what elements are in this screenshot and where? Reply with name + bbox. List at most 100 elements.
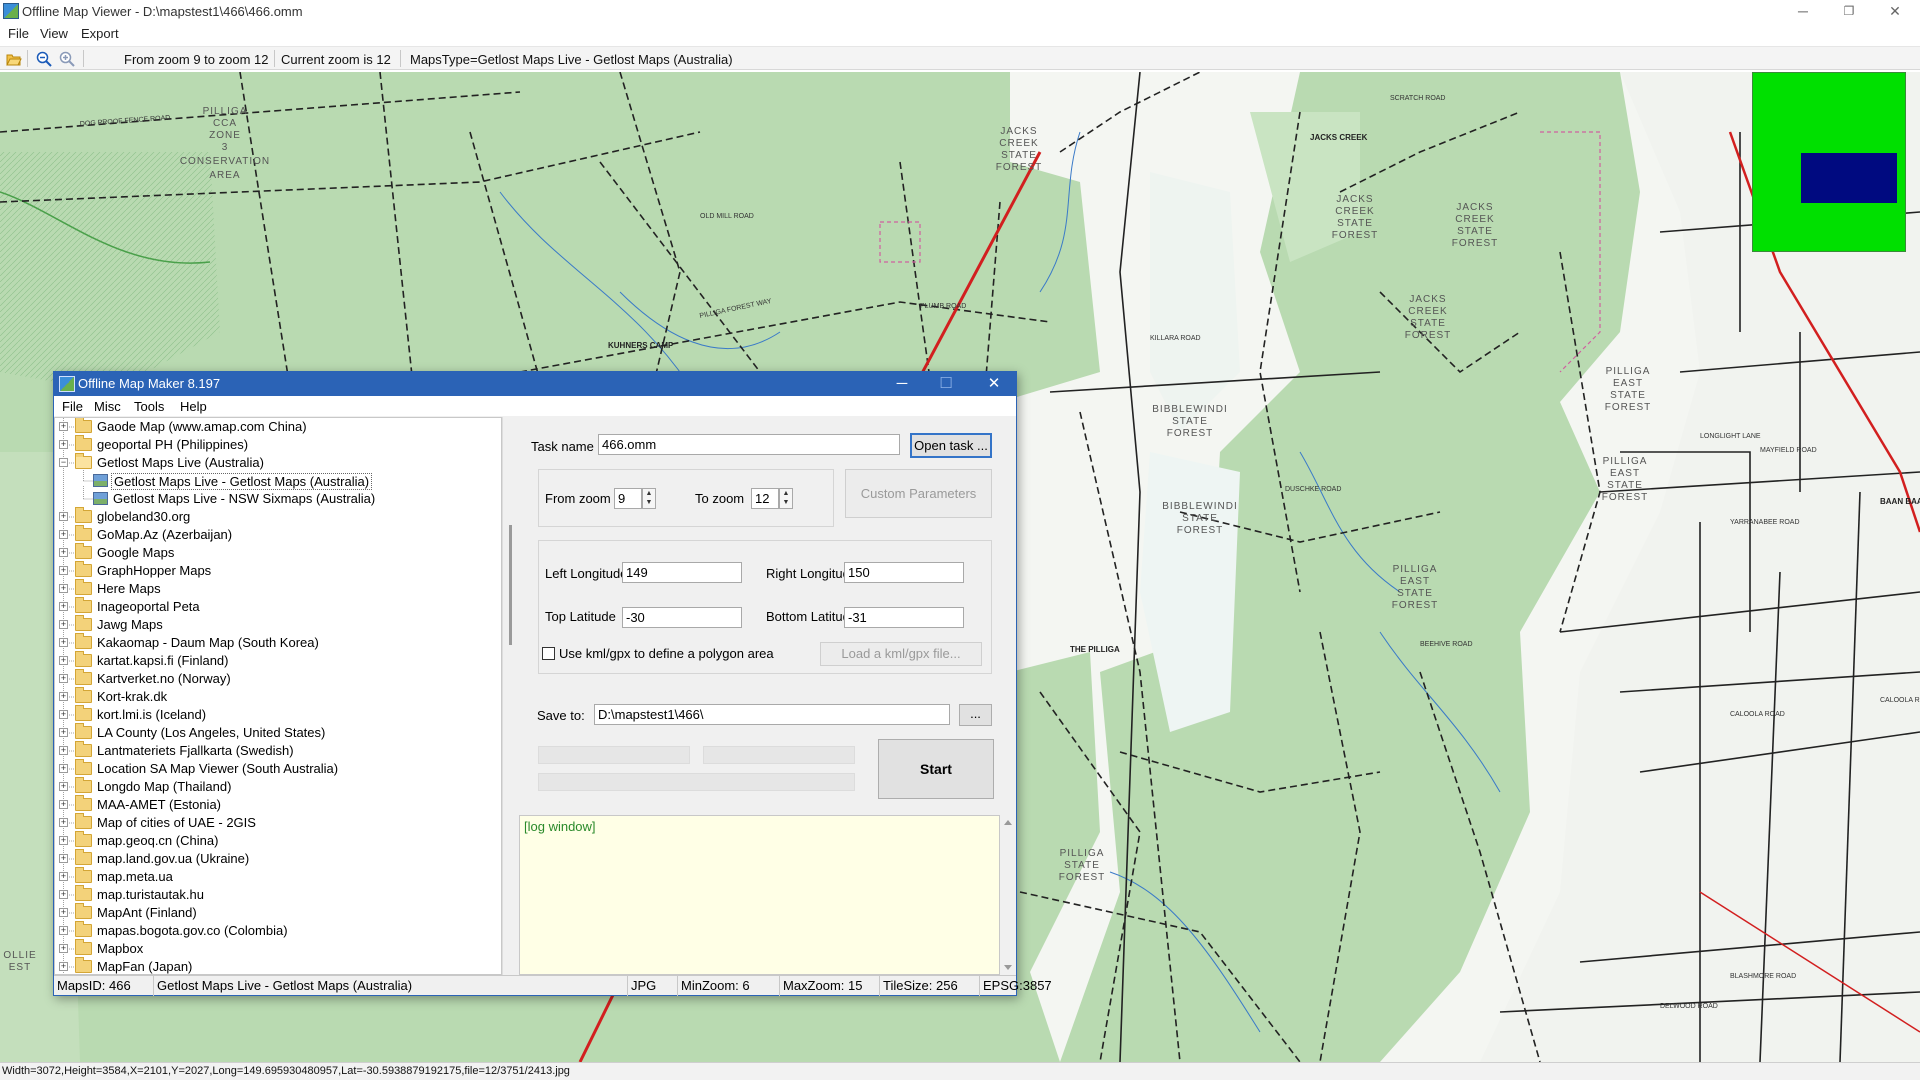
expand-icon[interactable]: +: [59, 800, 68, 809]
tree-folder-item[interactable]: + GoMap.Az (Azerbaijan): [55, 525, 495, 544]
task-name-input[interactable]: 466.omm: [598, 434, 900, 455]
top-latitude-input[interactable]: -30: [622, 607, 742, 628]
tree-folder-item[interactable]: + kort.lmi.is (Iceland): [55, 705, 495, 724]
tree-folder-item[interactable]: + Here Maps: [55, 579, 495, 598]
expand-icon[interactable]: +: [59, 566, 68, 575]
spin-up-icon[interactable]: ▲: [643, 489, 655, 498]
open-folder-icon[interactable]: [6, 51, 22, 67]
open-task-button[interactable]: Open task ...: [910, 433, 992, 458]
dialog-menu-help[interactable]: Help: [180, 399, 207, 414]
tree-folder-item[interactable]: + map.meta.ua: [55, 867, 495, 886]
tree-folder-item[interactable]: + geoportal PH (Philippines): [55, 435, 495, 454]
expand-icon[interactable]: +: [59, 530, 68, 539]
tree-scrollbar-thumb[interactable]: [509, 525, 512, 645]
spin-down-icon[interactable]: ▼: [780, 498, 792, 507]
dialog-titlebar[interactable]: Offline Map Maker 8.197 ─ ☐ ✕: [54, 372, 1016, 396]
close-button[interactable]: ✕: [1872, 0, 1918, 24]
save-to-input[interactable]: D:\mapstest1\466\: [594, 704, 950, 725]
expand-icon[interactable]: +: [59, 728, 68, 737]
expand-icon[interactable]: +: [59, 818, 68, 827]
tree-folder-item[interactable]: + MAA-AMET (Estonia): [55, 795, 495, 814]
tree-folder-item[interactable]: + Kakaomap - Daum Map (South Korea): [55, 633, 495, 652]
expand-icon[interactable]: +: [59, 710, 68, 719]
dialog-menu-file[interactable]: File: [62, 399, 83, 414]
tree-folder-item[interactable]: + map.geoq.cn (China): [55, 831, 495, 850]
map-provider-tree[interactable]: + Gaode Map (www.amap.com China) + geoporta…: [54, 417, 502, 975]
expand-icon[interactable]: +: [59, 440, 68, 449]
tree-folder-item[interactable]: + Kartverket.no (Norway): [55, 669, 495, 688]
tree-folder-item[interactable]: − Getlost Maps Live (Australia): [55, 453, 495, 472]
tree-folder-item[interactable]: + Google Maps: [55, 543, 495, 562]
expand-icon[interactable]: +: [59, 512, 68, 521]
tree-folder-item[interactable]: + GraphHopper Maps: [55, 561, 495, 580]
dialog-menu-misc[interactable]: Misc: [94, 399, 121, 414]
tree-folder-item[interactable]: + MapFan (Japan): [55, 957, 495, 974]
expand-icon[interactable]: +: [59, 584, 68, 593]
expand-icon[interactable]: +: [59, 854, 68, 863]
browse-button[interactable]: ...: [959, 704, 992, 726]
minimize-button[interactable]: ─: [1780, 0, 1826, 24]
tree-folder-item[interactable]: + LA County (Los Angeles, United States): [55, 723, 495, 742]
expand-icon[interactable]: +: [59, 944, 68, 953]
tree-map-item[interactable]: Getlost Maps Live - Getlost Maps (Austra…: [55, 472, 495, 490]
from-zoom-input[interactable]: 9: [614, 488, 642, 509]
expand-icon[interactable]: +: [59, 890, 68, 899]
tree-folder-item[interactable]: + globeland30.org: [55, 507, 495, 526]
zoom-out-icon[interactable]: [36, 51, 52, 67]
spin-down-icon[interactable]: ▼: [643, 498, 655, 507]
tree-folder-item[interactable]: + Kort-krak.dk: [55, 687, 495, 706]
tree-folder-item[interactable]: + MapAnt (Finland): [55, 903, 495, 922]
minimap[interactable]: [1752, 72, 1906, 252]
expand-icon[interactable]: +: [59, 656, 68, 665]
expand-icon[interactable]: +: [59, 908, 68, 917]
from-zoom-spinner[interactable]: ▲ ▼: [642, 488, 656, 509]
dialog-menu-tools[interactable]: Tools: [134, 399, 164, 414]
expand-icon[interactable]: +: [59, 926, 68, 935]
expand-icon[interactable]: +: [59, 674, 68, 683]
expand-icon[interactable]: +: [59, 836, 68, 845]
expand-icon[interactable]: +: [59, 782, 68, 791]
tree-folder-item[interactable]: + Location SA Map Viewer (South Australia…: [55, 759, 495, 778]
tree-folder-item[interactable]: + Jawg Maps: [55, 615, 495, 634]
restore-button[interactable]: ❐: [1826, 0, 1872, 24]
expand-icon[interactable]: +: [59, 746, 68, 755]
tree-folder-item[interactable]: + Longdo Map (Thailand): [55, 777, 495, 796]
expand-icon[interactable]: +: [59, 602, 68, 611]
tree-folder-item[interactable]: + mapas.bogota.gov.co (Colombia): [55, 921, 495, 940]
dialog-minimize-button[interactable]: ─: [880, 372, 924, 396]
bottom-latitude-input[interactable]: -31: [844, 607, 964, 628]
dialog-close-button[interactable]: ✕: [972, 372, 1016, 396]
spin-up-icon[interactable]: ▲: [780, 489, 792, 498]
expand-icon[interactable]: +: [59, 548, 68, 557]
start-button[interactable]: Start: [878, 739, 994, 799]
to-zoom-spinner[interactable]: ▲ ▼: [779, 488, 793, 509]
tree-folder-item[interactable]: + Inageoportal Peta: [55, 597, 495, 616]
log-scrollbar[interactable]: [1000, 815, 1016, 975]
left-longitude-input[interactable]: 149: [622, 562, 742, 583]
collapse-icon[interactable]: −: [59, 458, 68, 467]
expand-icon[interactable]: +: [59, 962, 68, 971]
expand-icon[interactable]: +: [59, 422, 68, 431]
tree-folder-item[interactable]: + Lantmateriets Fjallkarta (Swedish): [55, 741, 495, 760]
use-kml-checkbox[interactable]: [542, 647, 555, 660]
tree-folder-item[interactable]: + map.turistautak.hu: [55, 885, 495, 904]
expand-icon[interactable]: +: [59, 764, 68, 773]
zoom-in-icon[interactable]: [59, 51, 75, 67]
tree-folder-item[interactable]: + Gaode Map (www.amap.com China): [55, 418, 495, 436]
tree-folder-item[interactable]: + map.land.gov.ua (Ukraine): [55, 849, 495, 868]
expand-icon[interactable]: +: [59, 620, 68, 629]
tree-folder-item[interactable]: + kartat.kapsi.fi (Finland): [55, 651, 495, 670]
to-zoom-input[interactable]: 12: [751, 488, 779, 509]
minimap-viewport[interactable]: [1801, 153, 1897, 203]
tree-folder-item[interactable]: + Map of cities of UAE - 2GIS: [55, 813, 495, 832]
expand-icon[interactable]: +: [59, 638, 68, 647]
tree-folder-item[interactable]: + Mapbox: [55, 939, 495, 958]
menu-view[interactable]: View: [40, 26, 68, 41]
menu-file[interactable]: File: [8, 26, 29, 41]
log-window[interactable]: [log window]: [519, 815, 1000, 975]
expand-icon[interactable]: +: [59, 692, 68, 701]
tree-scrollbar[interactable]: [502, 417, 519, 975]
tree-map-item[interactable]: Getlost Maps Live - NSW Sixmaps (Austral…: [55, 490, 495, 508]
expand-icon[interactable]: +: [59, 872, 68, 881]
menu-export[interactable]: Export: [81, 26, 119, 41]
